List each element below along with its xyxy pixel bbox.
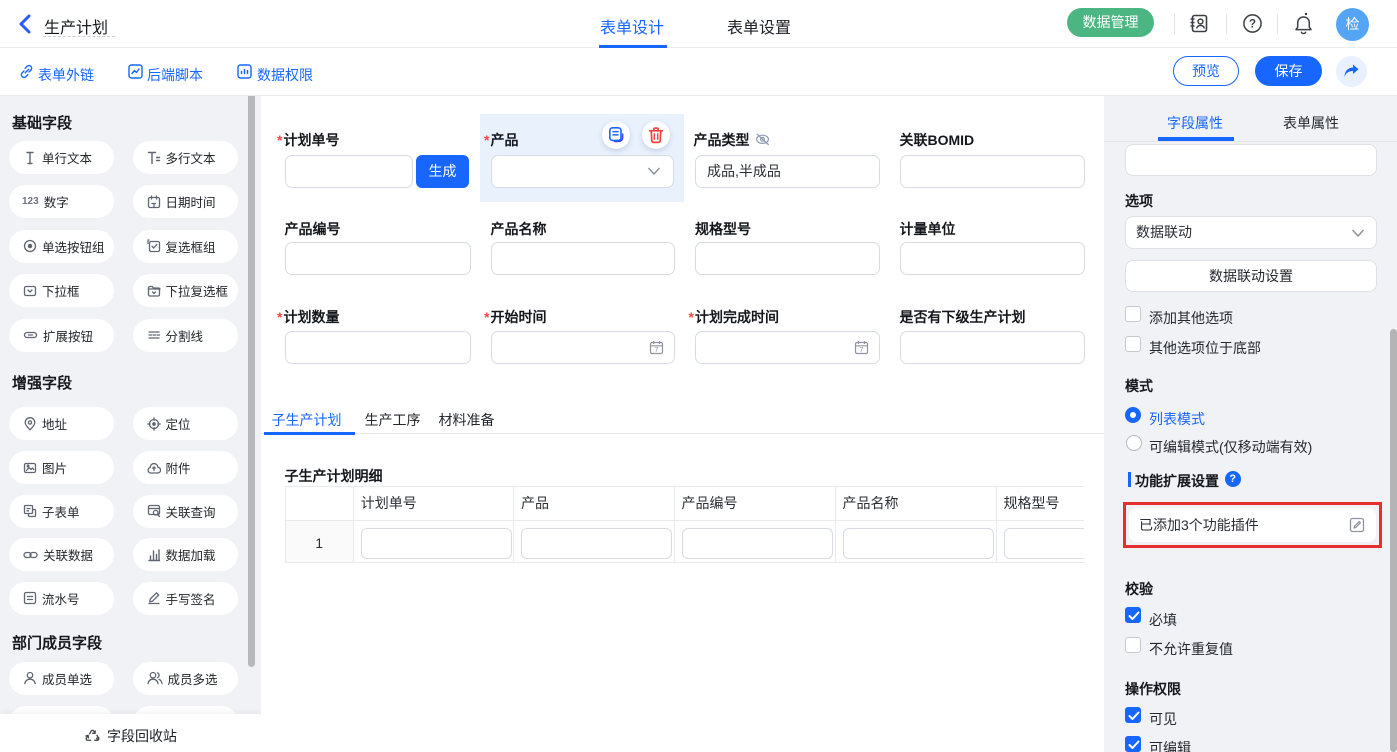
svg-text:7: 7	[654, 347, 658, 354]
svg-text:?: ?	[1249, 19, 1256, 31]
svg-text:7: 7	[860, 347, 864, 354]
